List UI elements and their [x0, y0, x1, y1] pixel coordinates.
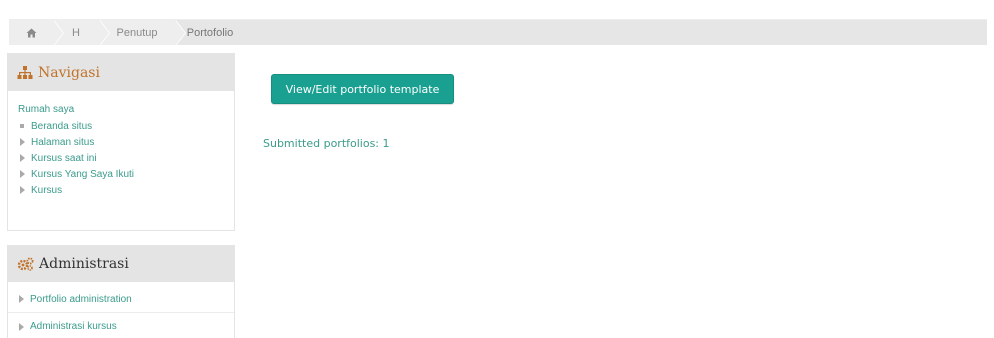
- breadcrumb-label: Penutup: [116, 26, 158, 39]
- submitted-portfolios-link[interactable]: Submitted portfolios: 1: [263, 137, 390, 150]
- triangle-right-icon[interactable]: [18, 295, 30, 303]
- administration-block: Administrasi Portfolio administration Ad…: [7, 245, 235, 338]
- admin-item-label: Administrasi kursus: [30, 321, 117, 332]
- nav-item-kursus-saat-ini[interactable]: Kursus saat ini: [18, 150, 234, 166]
- nav-item-halaman-situs[interactable]: Halaman situs: [18, 134, 234, 150]
- nav-item-label: Halaman situs: [31, 136, 95, 148]
- navigation-block: Navigasi Rumah saya Beranda situs Halama…: [7, 53, 235, 231]
- breadcrumb-home[interactable]: [9, 20, 64, 45]
- breadcrumb-item-penutup[interactable]: Penutup: [99, 20, 186, 45]
- triangle-right-icon[interactable]: [19, 186, 31, 194]
- view-edit-portfolio-template-button[interactable]: View/Edit portfolio template: [271, 74, 454, 104]
- triangle-right-icon[interactable]: [18, 322, 30, 331]
- nav-item-kursus-yang-saya-ikuti[interactable]: Kursus Yang Saya Ikuti: [18, 166, 234, 182]
- admin-item-label: Portfolio administration: [30, 293, 132, 305]
- admin-item-administrasi-kursus[interactable]: Administrasi kursus: [8, 313, 234, 338]
- gears-icon: [17, 257, 34, 271]
- triangle-right-icon[interactable]: [19, 154, 31, 162]
- nav-link-rumah-saya[interactable]: Rumah saya: [18, 104, 234, 115]
- sitemap-icon: [17, 66, 33, 79]
- administration-title: Administrasi: [39, 256, 129, 272]
- home-icon: [26, 28, 37, 38]
- admin-item-portfolio-administration[interactable]: Portfolio administration: [8, 286, 234, 313]
- administration-block-header[interactable]: Administrasi: [8, 246, 234, 282]
- triangle-right-icon[interactable]: [19, 138, 31, 146]
- navigation-title: Navigasi: [38, 64, 100, 81]
- breadcrumb: H Penutup Portofolio: [9, 19, 987, 45]
- nav-item-label: Kursus: [31, 184, 63, 196]
- nav-item-beranda-situs[interactable]: Beranda situs: [18, 118, 234, 134]
- navigation-list: Rumah saya Beranda situs Halaman situs K…: [8, 104, 234, 198]
- triangle-right-icon[interactable]: [19, 170, 31, 178]
- breadcrumb-label: Portofolio: [186, 26, 234, 39]
- nav-item-label: Kursus Yang Saya Ikuti: [31, 168, 135, 180]
- nav-item-label: Beranda situs: [31, 120, 93, 132]
- administration-list: Portfolio administration Administrasi ku…: [8, 286, 234, 338]
- nav-item-label: Kursus saat ini: [31, 152, 97, 164]
- navigation-block-header[interactable]: Navigasi: [8, 54, 234, 91]
- square-bullet-icon: [19, 124, 31, 128]
- nav-item-kursus[interactable]: Kursus: [18, 182, 234, 198]
- breadcrumb-label: H: [72, 26, 80, 39]
